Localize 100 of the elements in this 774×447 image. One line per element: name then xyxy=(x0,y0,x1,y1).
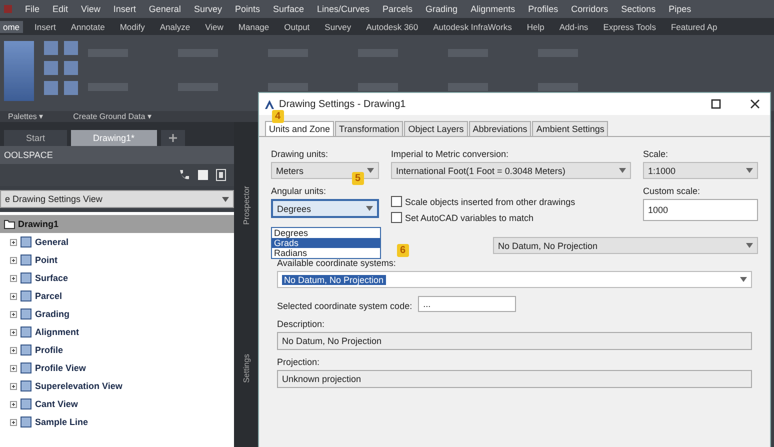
caret-icon xyxy=(740,277,747,282)
checkbox[interactable] xyxy=(391,212,402,223)
document-icon xyxy=(20,236,32,248)
close-icon[interactable] xyxy=(750,99,760,109)
menu-item[interactable]: Survey xyxy=(194,4,222,14)
menu-item[interactable]: Alignments xyxy=(470,4,516,14)
square-icon[interactable] xyxy=(198,170,208,180)
checkbox[interactable] xyxy=(391,196,402,207)
menu-item[interactable]: Grading xyxy=(426,4,458,14)
dropdown-option[interactable]: Degrees xyxy=(272,228,380,238)
ribbon-tab[interactable]: Manage xyxy=(235,20,272,32)
menu-item[interactable]: Edit xyxy=(52,4,68,14)
maximize-icon[interactable] xyxy=(711,99,721,109)
dropdown-option[interactable]: Grads xyxy=(272,238,380,248)
ribbon-tab[interactable]: Output xyxy=(281,20,313,32)
tree-item[interactable]: Cant View xyxy=(0,395,234,413)
dialog-tab[interactable]: Transformation xyxy=(335,121,404,136)
tree-item[interactable]: Alignment xyxy=(0,323,234,341)
new-tab-icon[interactable] xyxy=(160,130,185,146)
ribbon-tab[interactable]: ome xyxy=(0,20,23,32)
menu-item[interactable]: Points xyxy=(234,4,260,14)
menu-item[interactable]: Sections xyxy=(621,4,656,14)
tree-item[interactable]: General xyxy=(0,233,234,251)
ribbon-tab[interactable]: Analyze xyxy=(156,20,194,32)
caret-icon xyxy=(746,168,753,173)
expand-icon[interactable] xyxy=(10,292,17,300)
view-dropdown[interactable]: e Drawing Settings View xyxy=(0,190,234,208)
tree-item[interactable]: Profile View xyxy=(0,359,234,377)
input-field[interactable]: ... xyxy=(418,296,516,312)
tree-item[interactable]: Drawing1 xyxy=(0,215,234,233)
panel-title[interactable]: Create Ground Data ▾ xyxy=(73,112,152,121)
menu-item[interactable]: Insert xyxy=(113,4,136,14)
tree-item[interactable]: Surface xyxy=(0,269,234,287)
conversion-dropdown[interactable]: International Foot(1 Foot = 0.3048 Meters) xyxy=(391,162,631,179)
angular-dropdown[interactable]: Degrees xyxy=(271,199,379,218)
dropdown-option[interactable]: Radians xyxy=(272,248,380,258)
expand-icon[interactable] xyxy=(10,400,17,408)
dialog-tab[interactable]: Ambient Settings xyxy=(532,121,608,136)
menu-item[interactable]: Surface xyxy=(272,4,304,14)
tree-item[interactable]: Sample Line xyxy=(0,413,234,431)
tree-item[interactable]: Superelevation View xyxy=(0,377,234,395)
ribbon-tab[interactable]: Featured Ap xyxy=(668,20,720,32)
document-icon xyxy=(20,380,32,392)
field-label: Projection: xyxy=(277,357,321,367)
field-label: Drawing units: xyxy=(271,149,330,159)
expand-icon[interactable] xyxy=(10,418,17,426)
input-field: Unknown projection xyxy=(277,370,752,388)
menu-item[interactable]: View xyxy=(81,4,100,14)
menu-item[interactable]: Corridors xyxy=(571,4,608,14)
document-icon xyxy=(20,398,32,410)
document-icon xyxy=(20,344,32,356)
expand-icon[interactable] xyxy=(10,328,17,336)
ribbon-tab[interactable]: Insert xyxy=(32,20,59,32)
dialog-tab[interactable]: Abbreviations xyxy=(468,121,532,136)
ribbon-tab[interactable]: Modify xyxy=(116,20,148,32)
ribbon-tab[interactable]: View xyxy=(202,20,226,32)
checkbox-label: Set AutoCAD variables to match xyxy=(405,212,534,222)
side-tab[interactable]: Prospector xyxy=(242,186,250,226)
expand-icon[interactable] xyxy=(10,364,17,372)
input-field[interactable]: 1000 xyxy=(643,199,758,221)
coordinate-system-dropdown[interactable]: No Datum, No Projection xyxy=(277,271,752,288)
expand-icon[interactable] xyxy=(10,310,17,318)
panel-title[interactable]: Palettes ▾ xyxy=(8,112,44,121)
phone-icon[interactable] xyxy=(178,169,190,181)
tree-item[interactable]: Profile xyxy=(0,341,234,359)
ribbon-tab[interactable]: Autodesk 360 xyxy=(363,20,422,32)
menu-item[interactable]: Profiles xyxy=(528,4,558,14)
document-icon xyxy=(20,326,32,338)
tree-item[interactable]: Grading xyxy=(0,305,234,323)
tree-item[interactable]: Point xyxy=(0,251,234,269)
field-label: Available coordinate systems: xyxy=(277,258,397,268)
menu-item[interactable]: Pipes xyxy=(668,4,692,14)
ribbon-tab[interactable]: Autodesk InfraWorks xyxy=(430,20,515,32)
expand-icon[interactable] xyxy=(10,274,17,282)
menu-item[interactable]: File xyxy=(25,4,40,14)
expand-icon[interactable] xyxy=(10,382,17,390)
field-label: Custom scale: xyxy=(643,186,702,196)
dialog-tab[interactable]: Object Layers xyxy=(404,121,468,136)
ribbon-tab[interactable]: Express Tools xyxy=(600,20,659,32)
menu-item[interactable]: General xyxy=(148,4,181,14)
step-marker: 6 xyxy=(397,244,409,257)
expand-icon[interactable] xyxy=(10,238,17,246)
tree-item[interactable]: Parcel xyxy=(0,287,234,305)
menu-item[interactable]: Parcels xyxy=(382,4,413,14)
ribbon-tab[interactable]: Help xyxy=(524,20,548,32)
app-menu-icon[interactable] xyxy=(4,5,12,13)
menu-item[interactable]: Lines/Curves xyxy=(317,4,370,14)
zone-dropdown[interactable]: No Datum, No Projection xyxy=(493,237,758,254)
document-tab[interactable]: Start xyxy=(4,130,68,146)
ribbon-tab[interactable]: Annotate xyxy=(68,20,108,32)
step-marker: 4 xyxy=(272,110,284,123)
dialog-tab[interactable]: Units and Zone xyxy=(265,121,334,136)
checkbox-label: Scale objects inserted from other drawings xyxy=(405,196,576,206)
ribbon-tab[interactable]: Add-ins xyxy=(556,20,592,32)
ribbon-tab[interactable]: Survey xyxy=(322,20,354,32)
side-tab[interactable]: Settings xyxy=(242,354,250,383)
expand-icon[interactable] xyxy=(10,256,17,264)
expand-icon[interactable] xyxy=(10,346,17,354)
scale-dropdown[interactable]: 1:1000 xyxy=(643,162,758,179)
panel-icon[interactable] xyxy=(216,169,226,181)
